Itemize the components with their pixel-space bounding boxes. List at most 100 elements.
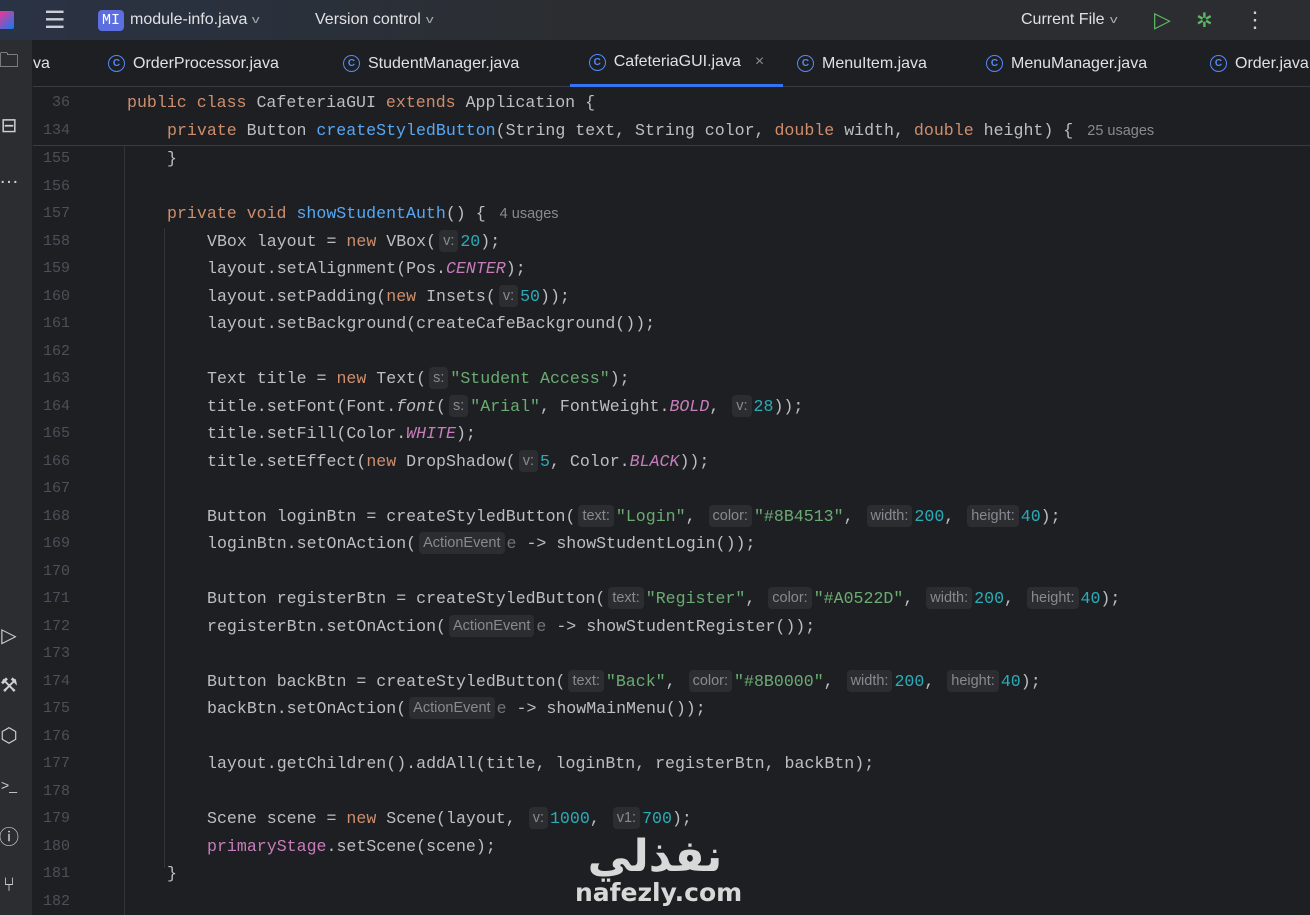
chevron-down-icon: v xyxy=(425,14,434,26)
code-token: primaryStage xyxy=(207,836,327,856)
code-token: Button backBtn = createStyledButton( xyxy=(207,671,566,691)
tab-studentmanager[interactable]: C StudentManager.java xyxy=(343,40,519,87)
chevron-down-icon: v xyxy=(1109,14,1118,26)
code-token: (String text, String color, xyxy=(495,120,775,140)
code-token: , xyxy=(1004,589,1024,608)
project-folder-icon[interactable]: 🗀 xyxy=(0,50,22,76)
code-token: height) { xyxy=(983,120,1074,140)
line-number: 158 xyxy=(42,232,70,250)
debug-icon[interactable]: ✲ xyxy=(1196,0,1213,40)
parameter-hint: width: xyxy=(866,504,913,527)
code-token: 40 xyxy=(1000,671,1021,691)
tab-menumanager[interactable]: C MenuManager.java xyxy=(986,40,1147,87)
run-icon[interactable]: ▷ xyxy=(1154,0,1171,40)
code-token: CafeteriaGUI xyxy=(256,93,386,112)
tab-order[interactable]: C Order.java xyxy=(1210,40,1309,87)
tab-label: StudentManager.java xyxy=(368,54,520,72)
code-token: Insets( xyxy=(426,286,496,306)
code-editor[interactable]: 36 134 155 156 157 158 159 160 161 162 163 164 165 16… xyxy=(33,88,1310,915)
line-number: 161 xyxy=(42,315,70,332)
code-token: layout.setBackground(createCafeBackgroun… xyxy=(207,314,656,333)
code-token: BOLD xyxy=(669,396,710,416)
code-token: , xyxy=(903,589,924,608)
tab-va[interactable]: va xyxy=(33,40,50,87)
code-token: font xyxy=(396,396,437,416)
code-line: primaryStage.setScene(scene); xyxy=(207,833,496,861)
terminal-icon[interactable]: >_ xyxy=(0,772,22,798)
code-token: double xyxy=(913,120,984,140)
code-token: width, xyxy=(844,120,914,140)
tab-label: OrderProcessor.java xyxy=(133,54,279,72)
line-number: 167 xyxy=(42,480,70,497)
version-control-menu[interactable]: Version control v xyxy=(315,0,434,40)
code-line: Button loginBtn = createStyledButton(tex… xyxy=(207,503,1061,531)
line-number: 174 xyxy=(42,672,70,690)
code-token: new xyxy=(336,369,377,388)
editor-tabs: va C OrderProcessor.java C StudentManager.ja… xyxy=(33,40,1310,87)
parameter-hint: color: xyxy=(688,669,733,692)
code-token: Scene(layout, xyxy=(386,809,526,828)
code-token: )); xyxy=(679,451,710,471)
code-token: Button registerBtn = createStyledButton( xyxy=(207,589,606,608)
tab-cafeteriagui[interactable]: C CafeteriaGUI.java × xyxy=(570,40,783,87)
code-line: VBox layout = new VBox(v: 20); xyxy=(207,228,500,256)
java-class-icon: C xyxy=(108,55,125,72)
structure-icon[interactable]: ⊟ xyxy=(0,112,22,138)
problems-icon[interactable]: ⓘ xyxy=(0,822,22,849)
line-number: 36 xyxy=(51,94,70,111)
code-token: Application { xyxy=(465,93,596,112)
indent-guide xyxy=(124,146,125,915)
parameter-hint: v: xyxy=(498,284,519,307)
run-tool-icon[interactable]: ▷ xyxy=(0,622,22,648)
build-hammer-icon[interactable]: ⚒ xyxy=(0,672,22,698)
line-number: 164 xyxy=(42,397,70,415)
line-number: 159 xyxy=(42,260,70,277)
git-icon[interactable]: ⑂ xyxy=(0,872,22,898)
code-token: , xyxy=(685,506,706,526)
code-token: e xyxy=(496,699,507,718)
code-token: , xyxy=(944,506,965,526)
line-number: 175 xyxy=(42,700,70,717)
tab-menuitem[interactable]: C MenuItem.java xyxy=(797,40,927,87)
project-selector[interactable]: MI module-info.java v xyxy=(98,0,260,40)
code-token: CENTER xyxy=(446,259,506,278)
code-token: )); xyxy=(773,396,804,416)
more-tools-icon[interactable]: … xyxy=(0,164,22,190)
code-token: } xyxy=(167,864,177,883)
code-token: Text( xyxy=(376,369,427,388)
code-line: Button registerBtn = createStyledButton(… xyxy=(207,585,1120,613)
parameter-hint: v: xyxy=(518,449,538,472)
code-line: title.setFont(Font.font(s: "Arial", FontW… xyxy=(207,393,803,421)
code-token: "#A0522D" xyxy=(813,589,904,608)
tab-label: CafeteriaGUI.java xyxy=(613,53,741,70)
more-options-icon[interactable]: ⋮ xyxy=(1244,0,1266,40)
line-number: 170 xyxy=(42,562,70,580)
line-number: 171 xyxy=(42,590,70,607)
code-token: ); xyxy=(1040,506,1061,526)
intellij-logo-icon[interactable] xyxy=(0,0,20,40)
project-name: module-info.java xyxy=(130,11,248,28)
code-token: e xyxy=(506,534,517,553)
code-token: 200 xyxy=(974,589,1005,608)
code-line: } xyxy=(167,860,177,888)
code-token: DropShadow( xyxy=(406,451,516,471)
line-number: 169 xyxy=(42,535,70,552)
line-number-gutter: 36 134 155 156 157 158 159 160 161 162 163 164 165 16… xyxy=(33,88,93,915)
code-token: ( xyxy=(436,396,447,416)
main-menu-icon[interactable]: ☰ xyxy=(44,0,66,40)
parameter-hint: ActionEvent xyxy=(449,614,535,637)
code-line: } xyxy=(167,145,177,173)
services-icon[interactable]: ⬡ xyxy=(0,722,22,748)
line-number: 163 xyxy=(42,370,70,387)
parameter-hint: text: xyxy=(608,587,644,609)
close-tab-icon[interactable]: × xyxy=(755,53,764,71)
usages-link[interactable]: 4 usages xyxy=(500,206,559,222)
code-token: "#8B4513" xyxy=(753,506,844,526)
code-token: ); xyxy=(480,231,501,251)
usages-link[interactable]: 25 usages xyxy=(1087,123,1154,139)
tab-orderprocessor[interactable]: C OrderProcessor.java xyxy=(108,40,279,87)
run-config-selector[interactable]: Current File v xyxy=(1021,0,1118,40)
code-token: title.setEffect( xyxy=(207,451,367,471)
code-token: layout.getChildren().addAll(title, login… xyxy=(207,754,875,773)
line-number: 182 xyxy=(42,892,70,910)
